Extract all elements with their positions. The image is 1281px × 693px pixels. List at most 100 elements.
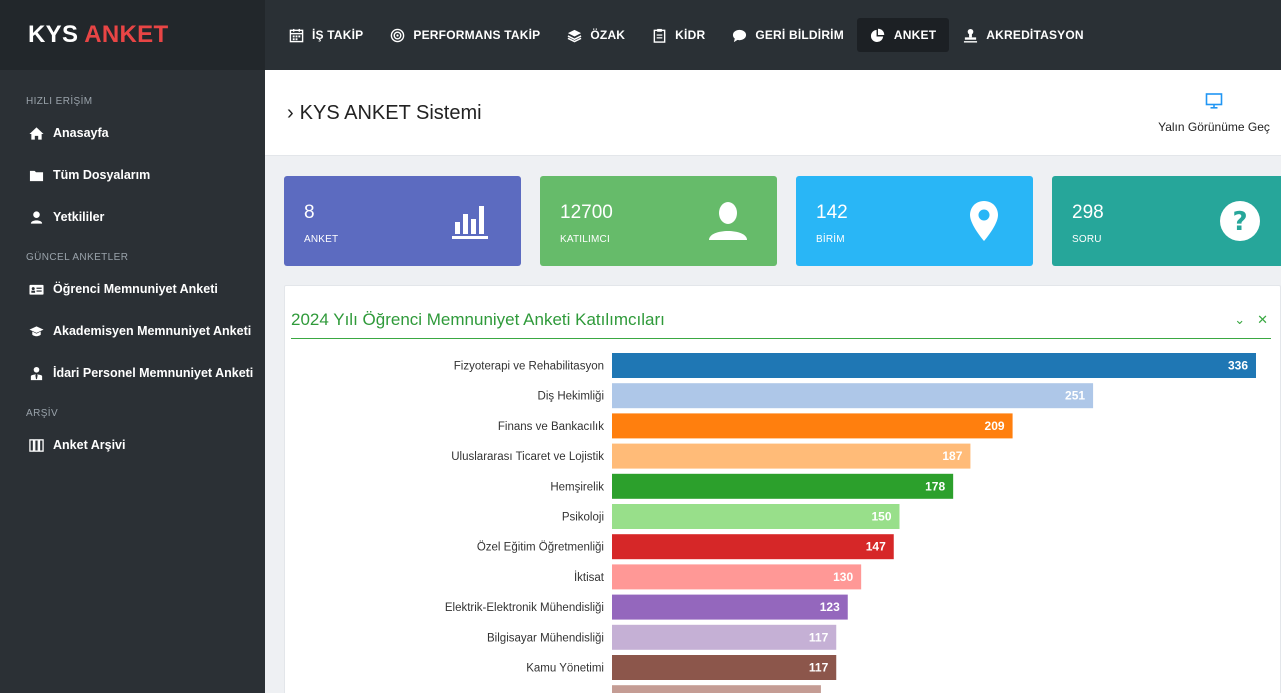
value-label: 147: [866, 540, 886, 554]
stat-card-anket[interactable]: 8 ANKET: [284, 176, 521, 266]
category-label: Kamu Yönetimi: [526, 663, 604, 675]
value-label: 178: [925, 479, 945, 493]
bar-chart-svg: Fizyoterapi ve Rehabilitasyon 336 Diş Heki…: [445, 353, 1256, 693]
target-icon: [389, 27, 405, 43]
user-tie-icon: [28, 365, 44, 381]
graduation-cap-icon: [28, 323, 44, 339]
bar[interactable]: [612, 504, 900, 529]
page-header: › KYS ANKET Sistemi Yalın Görünüme Geç: [265, 70, 1281, 156]
stat-card-soru[interactable]: 298 SORU ?: [1052, 176, 1281, 266]
bar[interactable]: [612, 534, 894, 560]
sidebar-item-tum-dosyalarim[interactable]: Tüm Dosyalarım: [0, 154, 265, 196]
sidebar-item-label: Anket Arşivi: [53, 438, 126, 452]
main-nav: İŞ TAKİP PERFORMANS TAKİP ÖZAK KİDR GERİ…: [265, 0, 1097, 70]
value-label: 117: [809, 630, 829, 644]
stat-card-katilimci[interactable]: 12700 KATILIMCI: [540, 176, 777, 266]
sidebar-item-label: Anasayfa: [53, 126, 109, 140]
bar[interactable]: [612, 383, 1094, 409]
bar[interactable]: [612, 624, 837, 650]
question-icon: ?: [1217, 198, 1263, 244]
calendar-icon: [288, 27, 304, 43]
folder-icon: [28, 167, 44, 183]
stat-value: 12700: [560, 202, 613, 223]
value-label: 150: [871, 510, 891, 524]
sidebar-item-anasayfa[interactable]: Anasayfa: [0, 112, 265, 154]
category-label: İktisat: [574, 571, 605, 584]
bar[interactable]: [612, 655, 837, 680]
nav-label: KİDR: [675, 28, 706, 42]
nav-item-anket[interactable]: ANKET: [856, 18, 950, 52]
category-label: Bilgisayar Mühendisliği: [487, 632, 604, 644]
nav-label: PERFORMANS TAKİP: [413, 28, 541, 42]
chevron-right-icon: ›: [287, 102, 294, 124]
sidebar-item-akademisyen-memnuniyet[interactable]: Akademisyen Memnuniyet Anketi: [0, 310, 265, 352]
simple-view-button[interactable]: Yalın Görünüme Geç: [1149, 92, 1279, 136]
close-icon[interactable]: ✕: [1257, 312, 1268, 328]
value-label: 336: [1228, 359, 1248, 373]
panel-tools: ⌄ ✕: [1222, 312, 1268, 328]
sidebar-section-title: ARŞİV: [26, 408, 59, 419]
bar[interactable]: [612, 413, 1013, 439]
clipboard-icon: [651, 27, 667, 43]
pie-chart-icon: [870, 27, 886, 43]
map-marker-icon: [961, 198, 1007, 244]
sidebar-item-label: Yetkililer: [53, 210, 105, 224]
nav-item-geri-bildirim[interactable]: GERİ BİLDİRİM: [718, 18, 857, 52]
bar[interactable]: [612, 443, 971, 469]
stats-row: 8 ANKET 12700 KATILIMCI 142 BİRİM 298 SO…: [284, 176, 1281, 266]
nav-label: İŞ TAKİP: [312, 28, 364, 42]
page-title-text: KYS ANKET Sistemi: [299, 102, 482, 124]
stat-label: SORU: [1072, 234, 1102, 245]
chart-panel: 2024 Yılı Öğrenci Memnuniyet Anketi Katı…: [284, 285, 1281, 693]
category-label: Diş Hekimliği: [538, 391, 604, 403]
stat-card-birim[interactable]: 142 BİRİM: [796, 176, 1033, 266]
svg-text:?: ?: [1232, 207, 1247, 237]
stat-label: ANKET: [304, 234, 339, 245]
value-label: 123: [820, 600, 840, 614]
brand-part2: ANKET: [84, 21, 169, 48]
layers-icon: [566, 27, 582, 43]
sidebar-item-anket-arsivi[interactable]: Anket Arşivi: [0, 424, 265, 466]
nav-label: ANKET: [893, 28, 937, 42]
chevron-down-icon[interactable]: ⌄: [1234, 312, 1245, 328]
brand-logo[interactable]: KYS ANKET: [0, 0, 265, 70]
comment-icon: [731, 27, 747, 43]
sidebar-section-title: GÜNCEL ANKETLER: [26, 252, 129, 263]
category-label: Elektrik-Elektronik Mühendisliği: [445, 602, 604, 614]
main-content: › KYS ANKET Sistemi Yalın Görünüme Geç 8…: [265, 70, 1281, 693]
value-label: 187: [942, 449, 962, 463]
category-label: Psikoloji: [562, 512, 604, 524]
nav-item-performans-takip[interactable]: PERFORMANS TAKİP: [376, 18, 553, 52]
sidebar-item-label: İdari Personel Memnuniyet Anketi: [53, 366, 254, 380]
nav-item-is-takip[interactable]: İŞ TAKİP: [275, 18, 376, 52]
sidebar-item-label: Tüm Dosyalarım: [53, 168, 151, 182]
value-label: 209: [985, 419, 1005, 433]
bar[interactable]: [612, 564, 862, 590]
sidebar-item-ogrenci-memnuniyet[interactable]: Öğrenci Memnuniyet Anketi: [0, 268, 265, 310]
nav-label: AKREDİTASYON: [986, 28, 1084, 42]
bar[interactable]: [612, 353, 1256, 378]
id-card-icon: [28, 281, 44, 297]
simple-view-label: Yalın Görünüme Geç: [1158, 120, 1270, 134]
category-label: Fizyoterapi ve Rehabilitasyon: [454, 361, 604, 373]
bar[interactable]: [612, 473, 954, 499]
sidebar-item-yetkililer[interactable]: Yetkililer: [0, 196, 265, 238]
panel-title: 2024 Yılı Öğrenci Memnuniyet Anketi Katı…: [291, 310, 665, 329]
nav-item-akreditasyon[interactable]: AKREDİTASYON: [949, 18, 1097, 52]
home-icon: [28, 125, 44, 141]
user-icon: [28, 209, 44, 225]
nav-item-ozak[interactable]: ÖZAK: [553, 18, 638, 52]
bar[interactable]: [612, 594, 848, 620]
stat-label: BİRİM: [816, 234, 845, 245]
sidebar-item-label: Akademisyen Memnuniyet Anketi: [53, 324, 252, 338]
nav-item-kidr[interactable]: KİDR: [638, 18, 718, 52]
stat-value: 142: [816, 202, 848, 223]
category-label: Uluslararası Ticaret ve Lojistik: [451, 451, 604, 463]
stat-value: 298: [1072, 202, 1104, 223]
sidebar: HIZLI ERİŞİM Anasayfa Tüm Dosyalarım Yet…: [0, 70, 265, 693]
archive-icon: [28, 437, 44, 453]
value-label: 130: [833, 570, 853, 584]
nav-label: ÖZAK: [590, 28, 626, 42]
sidebar-item-idari-personel-memnuniyet[interactable]: İdari Personel Memnuniyet Anketi: [0, 352, 265, 394]
bar[interactable]: [612, 685, 821, 693]
